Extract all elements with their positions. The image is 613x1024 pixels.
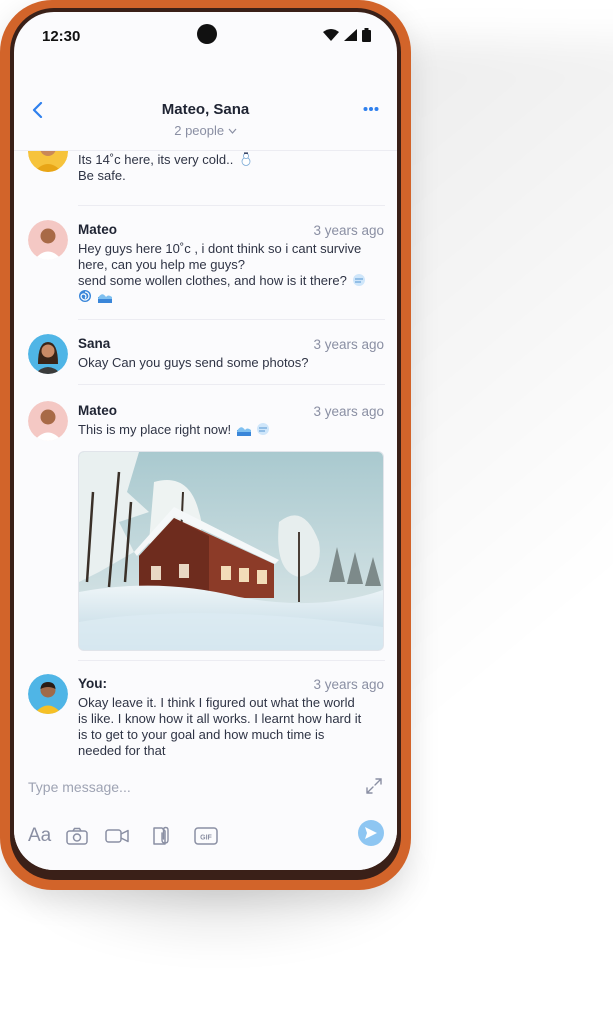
more-horizontal-icon[interactable] (363, 106, 379, 112)
phone-screen: 12:30 Mateo, Sana 2 people Its 14˚c here… (14, 12, 397, 870)
attachment-icon[interactable] (150, 824, 172, 848)
mockup-stage: 12:30 Mateo, Sana 2 people Its 14˚c here… (0, 0, 613, 1024)
snowman-icon (241, 152, 251, 166)
sender-name: Sana (78, 336, 111, 351)
divider (78, 660, 385, 661)
message-item: You: 3 years ago Okay leave it. I think … (28, 674, 384, 760)
message-text: Okay Can you guys send some photos? (78, 355, 309, 370)
chat-header: Mateo, Sana 2 people (14, 92, 397, 151)
send-icon (365, 827, 377, 839)
wave-icon (97, 294, 112, 303)
gif-label: GIF (200, 835, 212, 842)
participants-count: 2 people (174, 123, 225, 138)
camera-icon[interactable] (66, 824, 88, 848)
sender-name: You: (78, 676, 107, 691)
participants-dropdown[interactable]: 2 people (14, 123, 397, 138)
video-icon[interactable] (105, 824, 129, 848)
message-text: Its 14˚c here, its very cold.. Be safe. (78, 152, 388, 184)
wind-face-icon (257, 423, 270, 435)
avatar (28, 334, 68, 374)
chat-title: Mateo, Sana (161, 101, 250, 118)
phone-frame: 12:30 Mateo, Sana 2 people Its 14˚c here… (0, 0, 411, 890)
send-button[interactable] (358, 820, 384, 846)
message-text: This is my place right now! (78, 422, 388, 438)
message-time: 3 years ago (313, 404, 384, 419)
wifi-icon (323, 29, 339, 41)
expand-icon[interactable] (365, 777, 383, 795)
avatar (28, 674, 68, 714)
divider (78, 205, 385, 206)
message-time: 3 years ago (313, 677, 384, 692)
chevron-down-icon (228, 128, 237, 134)
message-item: Sana 3 years ago Okay Can you guys send … (28, 334, 384, 384)
battery-icon (362, 28, 371, 42)
wave-icon (236, 427, 251, 436)
status-bar: 12:30 (14, 12, 397, 58)
message-item: Mateo 3 years ago This is my place right… (28, 401, 384, 661)
message-item: Mateo 3 years ago Hey guys here 10˚c , i… (28, 220, 384, 320)
message-composer: Aa (14, 764, 397, 870)
text-format-icon[interactable]: Aa (28, 824, 51, 848)
sender-name: Mateo (78, 222, 118, 237)
message-input[interactable] (26, 774, 350, 800)
avatar (28, 220, 68, 260)
message-list[interactable]: Its 14˚c here, its very cold.. Be safe. (14, 150, 397, 760)
message-time: 3 years ago (313, 223, 384, 238)
message-item: Its 14˚c here, its very cold.. Be safe. (28, 150, 384, 192)
composer-toolbar: Aa GIF (26, 820, 386, 852)
message-text: Hey guys here 10˚c , i dont think so i c… (78, 241, 388, 305)
front-camera (197, 24, 217, 44)
divider (78, 384, 385, 385)
cyclone-icon (79, 290, 91, 302)
signal-icon (344, 29, 357, 41)
message-time: 3 years ago (313, 337, 384, 352)
snowy-house-photo[interactable] (78, 451, 384, 651)
gif-icon[interactable]: GIF (194, 824, 218, 848)
avatar (28, 401, 68, 441)
divider (78, 319, 385, 320)
avatar (28, 150, 68, 172)
status-time: 12:30 (42, 28, 81, 45)
wind-face-icon (353, 274, 366, 286)
message-text: Okay leave it. I think I figured out wha… (78, 695, 362, 758)
sender-name: Mateo (78, 403, 118, 418)
status-icons (323, 28, 371, 42)
